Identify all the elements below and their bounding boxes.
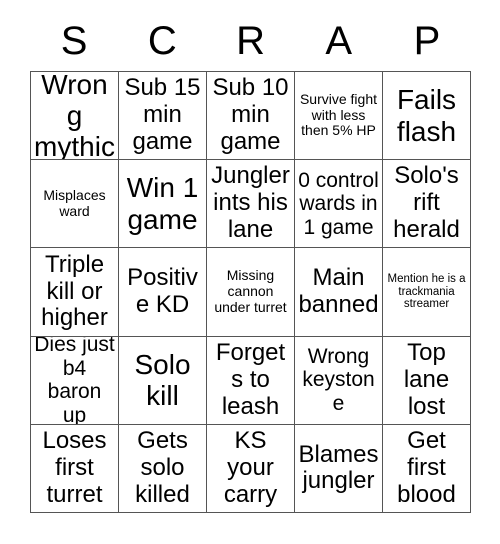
bingo-header-letter-3: A	[325, 19, 353, 63]
bingo-cell[interactable]: Get first blood	[383, 424, 471, 513]
bingo-header-letter-1: C	[147, 19, 177, 63]
bingo-cell[interactable]: Win 1 game	[119, 160, 207, 249]
bingo-cell[interactable]: Positive KD	[119, 248, 207, 337]
bingo-header-letter-2: R	[236, 19, 265, 63]
bingo-cell[interactable]: Fails flash	[383, 72, 471, 161]
bingo-cell[interactable]: Wrong mythic	[31, 72, 119, 161]
bingo-cell-label: Misplaces ward	[43, 187, 106, 219]
bingo-cell-label: Loses first turret	[42, 427, 107, 508]
bingo-cell-label: Mention he is a trackmania streamer	[387, 272, 466, 311]
bingo-header-letter-0: S	[60, 19, 88, 63]
bingo-cell-label: Sub 15 min game	[124, 74, 201, 156]
bingo-cell[interactable]: Forgets to leash	[207, 336, 295, 425]
bingo-cell-label: Blames jungler	[298, 440, 379, 495]
bingo-cell[interactable]: Blames jungler	[295, 424, 383, 513]
bingo-cell-label: Survive fight with less then 5% HP	[299, 91, 378, 139]
bingo-cell[interactable]: 0 control wards in 1 game	[295, 160, 383, 249]
bingo-cell[interactable]: Jungler ints his lane	[207, 160, 295, 249]
bingo-cell-label: Main banned	[298, 264, 379, 318]
bingo-card: S C R A P Wrong mythic Sub 15 min game Sub 10 …	[0, 0, 500, 544]
bingo-cell[interactable]: Sub 10 min game	[207, 72, 295, 161]
bingo-cell[interactable]: Solo kill	[119, 336, 207, 425]
bingo-cell[interactable]: Main banned	[295, 248, 383, 337]
bingo-cell[interactable]: Wrong keystone	[295, 336, 383, 425]
bingo-cell-label: Triple kill or higher	[41, 250, 108, 332]
bingo-cell-label: Missing cannon under turret	[214, 267, 287, 315]
bingo-cell[interactable]: Mention he is a trackmania streamer	[383, 248, 471, 337]
bingo-cell-label: Gets solo killed	[135, 427, 190, 508]
bingo-cell-label: 0 control wards in 1 game	[298, 168, 379, 239]
bingo-cell-label: Forgets to leash	[215, 338, 286, 420]
bingo-cell-label: KS your carry	[223, 427, 278, 508]
bingo-cell-label: Solo's rift herald	[393, 162, 460, 244]
bingo-cell[interactable]: KS your carry	[207, 424, 295, 513]
bingo-cell[interactable]: Top lane lost	[383, 336, 471, 425]
bingo-cell-label: Dies just b4 baron up	[34, 336, 115, 425]
bingo-cell[interactable]: Missing cannon under turret	[207, 248, 295, 337]
bingo-cell-label: Win 1 game	[126, 172, 199, 235]
bingo-cell-label: Get first blood	[397, 427, 456, 508]
bingo-cell[interactable]: Dies just b4 baron up	[31, 336, 119, 425]
bingo-cell[interactable]: Loses first turret	[31, 424, 119, 513]
bingo-grid: Wrong mythic Sub 15 min game Sub 10 min ga…	[30, 71, 471, 513]
bingo-cell-label: Wrong mythic	[34, 72, 115, 161]
bingo-cell-label: Jungler ints his lane	[211, 162, 290, 244]
bingo-cell-label: Wrong keystone	[302, 344, 375, 415]
bingo-cell-label: Sub 10 min game	[212, 74, 289, 156]
bingo-cell[interactable]: Misplaces ward	[31, 160, 119, 249]
bingo-cell-label: Solo kill	[134, 348, 191, 412]
bingo-cell-label: Positive KD	[127, 264, 198, 318]
bingo-cell[interactable]: Triple kill or higher	[31, 248, 119, 337]
bingo-cell[interactable]: Sub 15 min game	[119, 72, 207, 161]
bingo-cell[interactable]: Solo's rift herald	[383, 160, 471, 249]
bingo-cell[interactable]: Gets solo killed	[119, 424, 207, 513]
bingo-header-letter-4: P	[413, 19, 441, 63]
bingo-cell[interactable]: Survive fight with less then 5% HP	[295, 72, 383, 161]
bingo-header-letters: SCRAP	[30, 12, 471, 70]
bingo-cell-label: Fails flash	[396, 84, 457, 147]
bingo-cell-label: Top lane lost	[403, 338, 450, 420]
